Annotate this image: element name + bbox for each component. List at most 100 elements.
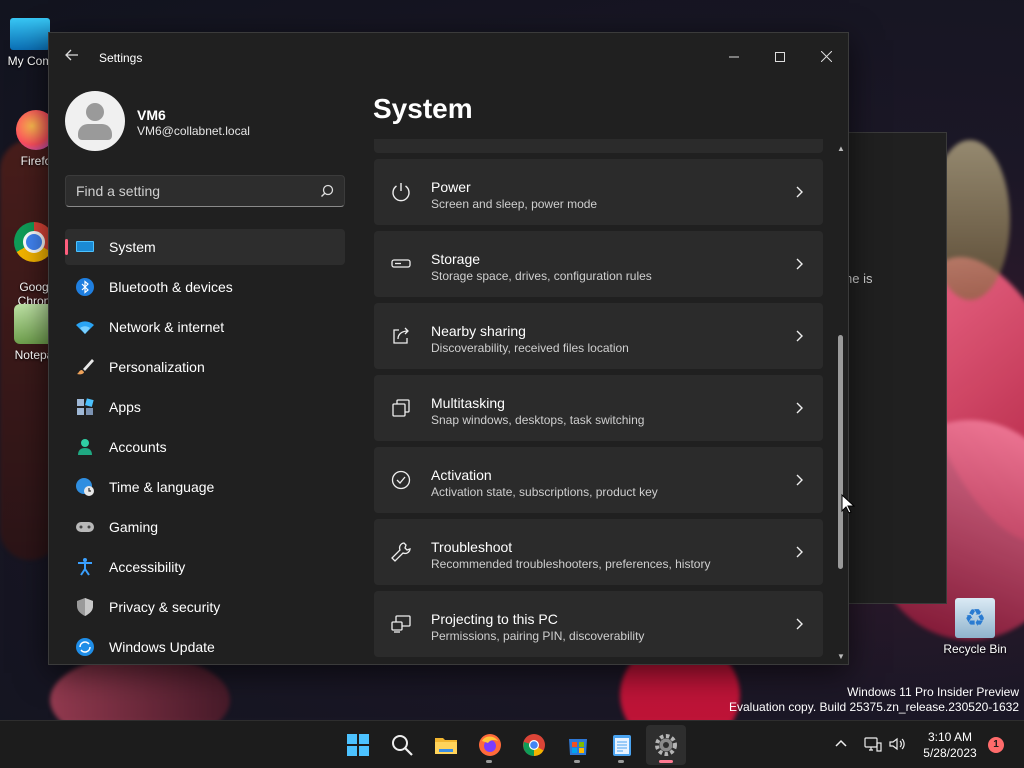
clock-date: 5/28/2023 xyxy=(923,746,977,760)
taskbar-settings[interactable] xyxy=(646,725,686,765)
tray-volume-button[interactable] xyxy=(886,721,908,768)
projection-icon xyxy=(391,615,411,633)
watermark-line: Windows 11 Pro Insider Preview xyxy=(847,685,1019,699)
user-email: VM6@collabnet.local xyxy=(137,124,250,138)
settings-card-multitasking[interactable]: Multitasking Snap windows, desktops, tas… xyxy=(374,375,823,441)
close-button[interactable] xyxy=(803,41,848,73)
running-indicator xyxy=(574,760,580,763)
settings-card-activation[interactable]: Activation Activation state, subscriptio… xyxy=(374,447,823,513)
sidebar-item-label: Gaming xyxy=(109,519,159,535)
taskbar-store[interactable] xyxy=(558,725,598,765)
maximize-button[interactable] xyxy=(757,41,803,73)
content-scrollbar[interactable]: ▲ ▼ xyxy=(837,145,845,661)
settings-card-nearby-sharing[interactable]: Nearby sharing Discoverability, received… xyxy=(374,303,823,369)
scroll-up-icon[interactable]: ▲ xyxy=(837,145,845,153)
card-title: Multitasking xyxy=(431,395,505,411)
sidebar-item-label: Windows Update xyxy=(109,639,215,655)
update-icon xyxy=(76,638,94,656)
sidebar-item-personalization[interactable]: Personalization xyxy=(65,349,345,385)
settings-card-storage[interactable]: Storage Storage space, drives, configura… xyxy=(374,231,823,297)
title-bar[interactable]: Settings xyxy=(49,33,848,81)
taskbar-firefox[interactable] xyxy=(470,725,510,765)
sidebar-item-label: Network & internet xyxy=(109,319,225,335)
sidebar-item-label: Personalization xyxy=(109,359,205,375)
desktop-icon-recycle-bin[interactable]: Recycle Bin xyxy=(940,598,1010,656)
settings-card-power[interactable]: Power Screen and sleep, power mode xyxy=(374,159,823,225)
taskbar-file-explorer[interactable] xyxy=(426,725,466,765)
store-icon xyxy=(569,739,587,755)
card-title: Projecting to this PC xyxy=(431,611,558,627)
sidebar-item-network[interactable]: Network & internet xyxy=(65,309,345,345)
monitor-icon xyxy=(76,241,94,252)
user-profile[interactable]: VM6 VM6@collabnet.local xyxy=(65,91,355,151)
page-title: System xyxy=(373,93,473,124)
chevron-up-icon xyxy=(835,739,847,747)
scroll-down-icon[interactable]: ▼ xyxy=(837,653,845,661)
desktop-icon-label: Recycle Bin xyxy=(943,642,1007,656)
sidebar-item-label: Accessibility xyxy=(109,559,186,575)
taskbar-chrome[interactable] xyxy=(514,725,554,765)
maximize-icon xyxy=(775,52,785,62)
watermark-line: Evaluation copy. Build 25375.zn_release.… xyxy=(729,700,1019,714)
sidebar-item-accounts[interactable]: Accounts xyxy=(65,429,345,465)
share-icon xyxy=(393,327,409,344)
sidebar-item-windows-update[interactable]: Windows Update xyxy=(65,629,345,664)
back-button[interactable] xyxy=(61,47,83,69)
sidebar-item-time-language[interactable]: Time & language xyxy=(65,469,345,505)
sidebar-item-label: System xyxy=(109,239,156,255)
computer-icon xyxy=(10,18,50,50)
sidebar-item-gaming[interactable]: Gaming xyxy=(65,509,345,545)
settings-card-partial[interactable] xyxy=(374,139,823,153)
search-input[interactable] xyxy=(76,176,306,206)
window-title: Settings xyxy=(99,51,143,65)
sidebar-item-accessibility[interactable]: Accessibility xyxy=(65,549,345,585)
recycle-bin-icon xyxy=(955,598,995,638)
settings-card-troubleshoot[interactable]: Troubleshoot Recommended troubleshooters… xyxy=(374,519,823,585)
chevron-right-icon xyxy=(796,402,803,414)
sidebar-item-label: Bluetooth & devices xyxy=(109,279,233,295)
notepad-icon xyxy=(613,735,631,756)
minimize-icon xyxy=(729,56,739,58)
card-subtitle: Screen and sleep, power mode xyxy=(431,197,598,211)
chevron-right-icon xyxy=(796,258,803,270)
taskbar-search-button[interactable] xyxy=(382,725,422,765)
taskbar: 3:10 AM 5/28/2023 1 xyxy=(0,720,1024,768)
gamepad-icon xyxy=(76,522,94,532)
power-icon xyxy=(392,183,410,202)
card-title: Troubleshoot xyxy=(431,539,513,555)
search-icon xyxy=(321,184,334,197)
shield-icon xyxy=(77,598,93,616)
tray-network-button[interactable] xyxy=(862,721,884,768)
sidebar-item-label: Apps xyxy=(109,399,141,415)
search-box[interactable] xyxy=(65,175,345,207)
mouse-cursor-icon xyxy=(841,494,855,514)
taskbar-clock[interactable]: 3:10 AM 5/28/2023 xyxy=(912,729,988,761)
chevron-right-icon xyxy=(796,618,803,630)
person-icon xyxy=(78,439,92,455)
card-subtitle: Activation state, subscriptions, product… xyxy=(431,485,658,499)
start-icon xyxy=(347,734,369,756)
sidebar-item-label: Time & language xyxy=(109,479,215,495)
scrollbar-thumb[interactable] xyxy=(838,335,843,569)
sidebar-item-label: Privacy & security xyxy=(109,599,221,615)
search-icon xyxy=(392,735,413,756)
sidebar-item-label: Accounts xyxy=(109,439,167,455)
taskbar-start-button[interactable] xyxy=(338,725,378,765)
settings-card-projecting[interactable]: Projecting to this PC Permissions, pairi… xyxy=(374,591,823,657)
wrench-icon xyxy=(391,542,411,562)
sidebar-item-apps[interactable]: Apps xyxy=(65,389,345,425)
taskbar-notepad[interactable] xyxy=(602,725,642,765)
settings-icon xyxy=(655,734,677,756)
notification-badge[interactable]: 1 xyxy=(988,737,1004,753)
card-subtitle: Recommended troubleshooters, preferences… xyxy=(431,557,711,571)
check-circle-icon xyxy=(391,470,411,490)
sidebar-item-system[interactable]: System xyxy=(65,229,345,265)
globe-clock-icon xyxy=(76,478,94,496)
sidebar-item-bluetooth[interactable]: Bluetooth & devices xyxy=(65,269,345,305)
tray-overflow-button[interactable] xyxy=(830,721,852,768)
sidebar-item-privacy[interactable]: Privacy & security xyxy=(65,589,345,625)
wifi-icon xyxy=(76,321,94,334)
minimize-button[interactable] xyxy=(711,41,757,73)
chevron-right-icon xyxy=(796,474,803,486)
card-title: Power xyxy=(431,179,471,195)
